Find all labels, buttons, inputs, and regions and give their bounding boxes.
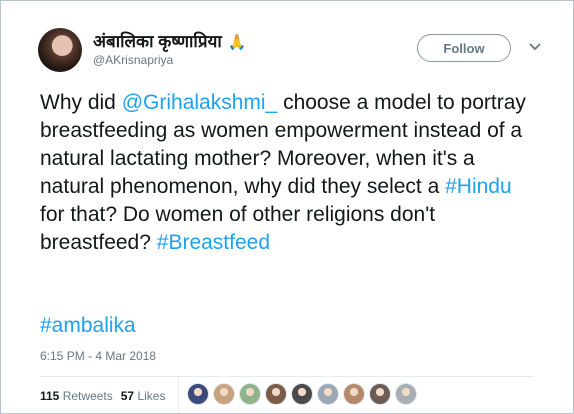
liker-avatar[interactable] [395,383,417,405]
liker-avatar[interactable] [343,383,365,405]
tweet-card: अंबालिका कृष्णाप्रिया 🙏 @AKrisnapriya Fol… [0,0,574,414]
liker-avatar[interactable] [239,383,261,405]
avatar[interactable] [38,28,82,72]
liker-avatar[interactable] [291,383,313,405]
hashtag-breastfeed-link[interactable]: #Breastfeed [157,231,270,254]
hashtag-ambalika-link[interactable]: #ambalika [40,314,136,338]
tweet-timestamp[interactable]: 6:15 PM - 4 Mar 2018 [40,349,156,363]
liker-avatar[interactable] [265,383,287,405]
folded-hands-icon: 🙏 [227,34,247,51]
retweets-stat[interactable]: 115 Retweets [40,389,113,403]
stats-separator [178,378,179,413]
liker-avatar[interactable] [187,383,209,405]
tweet-text: Why did @Grihalakshmi_ choose a model to… [40,91,526,254]
follow-button[interactable]: Follow [417,34,511,62]
mention-link[interactable]: @Grihalakshmi_ [122,91,278,114]
likes-stat[interactable]: 57 Likes [121,389,166,403]
hashtag-hindu-link[interactable]: #Hindu [445,175,512,198]
tweet-stats: 115 Retweets 57 Likes [40,389,165,403]
divider [40,376,534,377]
chevron-down-icon[interactable] [528,41,542,53]
likers-avatars [187,383,421,405]
user-handle[interactable]: @AKrisnapriya [93,53,173,67]
user-name[interactable]: अंबालिका कृष्णाप्रिया 🙏 [93,29,246,52]
liker-avatar[interactable] [369,383,391,405]
liker-avatar[interactable] [317,383,339,405]
liker-avatar[interactable] [213,383,235,405]
